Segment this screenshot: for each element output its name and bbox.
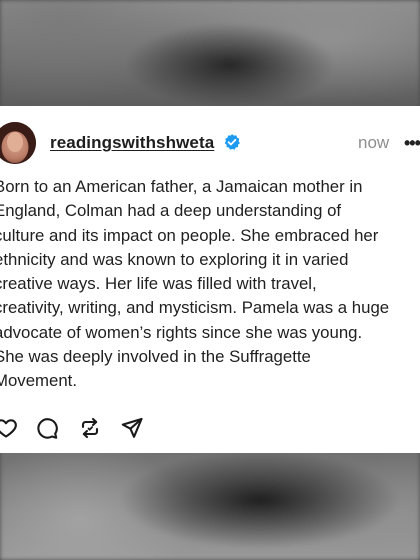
share-icon[interactable]: [120, 416, 144, 440]
post-body-text: Born to an American father, a Jamaican m…: [0, 177, 390, 391]
avatar-face: [7, 132, 23, 152]
more-options-icon[interactable]: •••: [404, 133, 420, 153]
comment-icon[interactable]: [35, 416, 59, 440]
post-card: readingswithshweta now ••• Born to an Am…: [0, 106, 420, 453]
avatar[interactable]: [0, 122, 36, 164]
post-actions: [0, 416, 200, 440]
repost-icon[interactable]: [78, 416, 102, 440]
post-timestamp: now: [358, 133, 390, 152]
verified-badge-icon: [224, 134, 240, 150]
username-link[interactable]: readingswithshweta: [50, 133, 214, 153]
post-header: readingswithshweta now •••: [0, 120, 420, 164]
heart-icon[interactable]: [0, 416, 18, 440]
